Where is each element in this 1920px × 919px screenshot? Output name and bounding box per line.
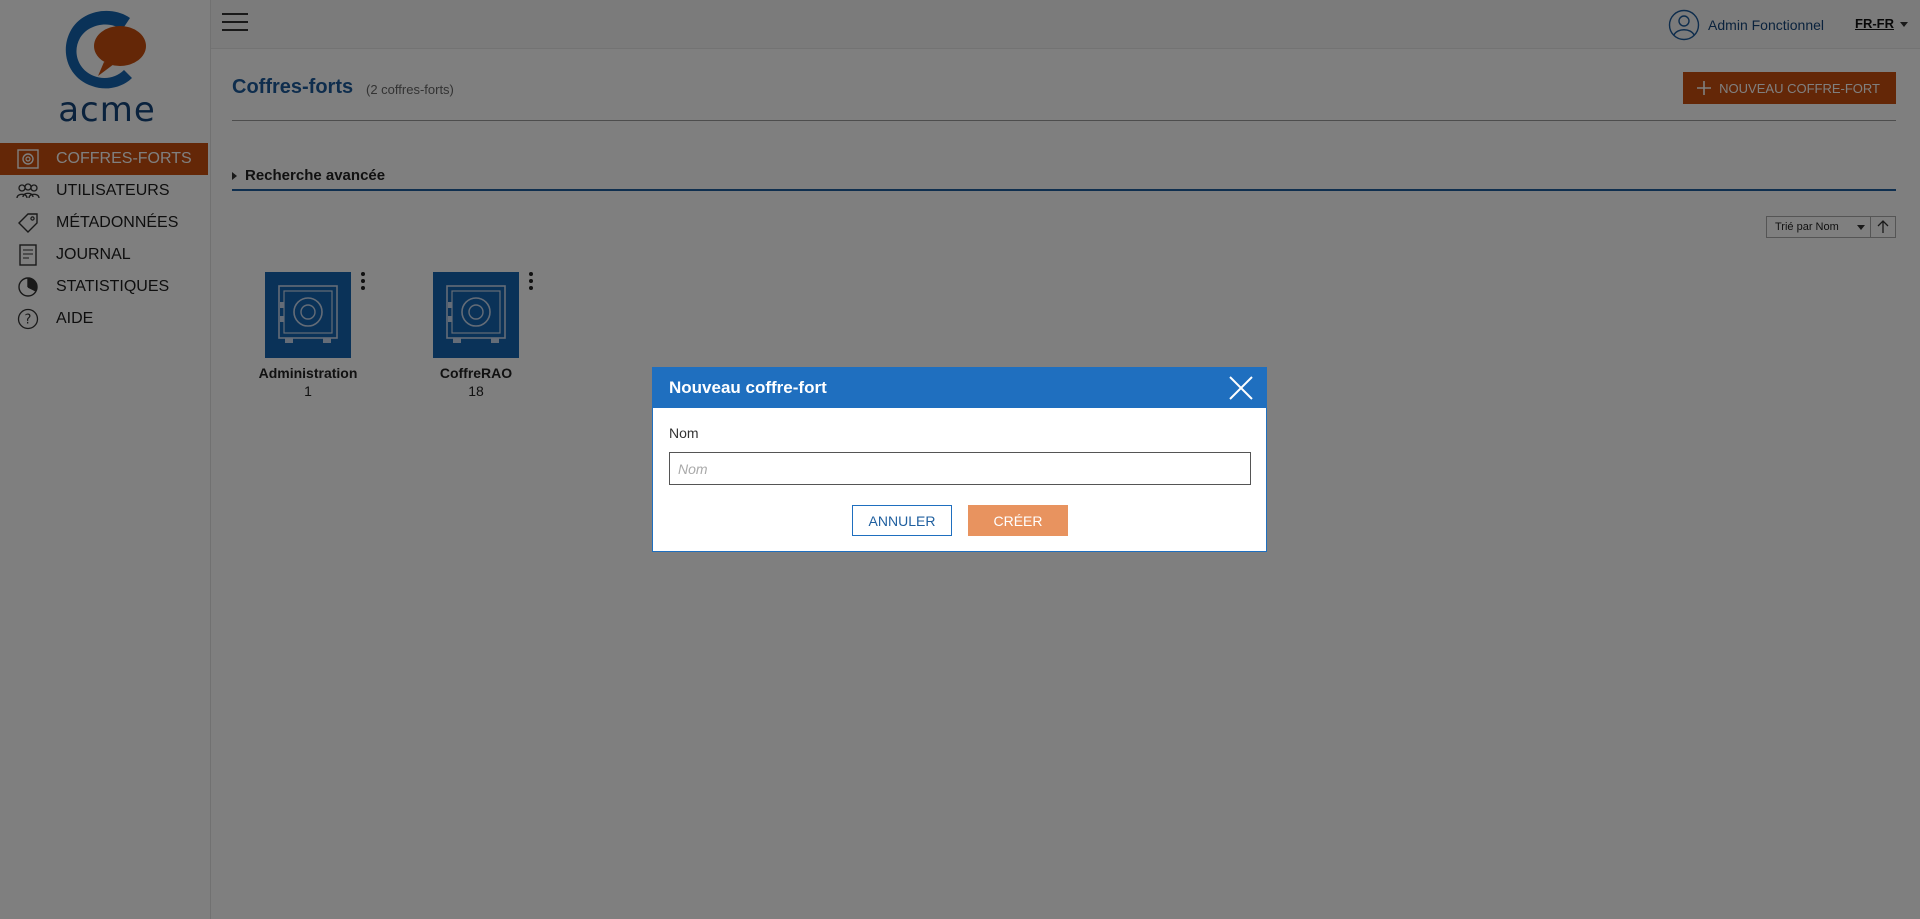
dialog-title: Nouveau coffre-fort	[669, 378, 827, 397]
cancel-button[interactable]: ANNULER	[852, 505, 952, 536]
new-vault-dialog: Nouveau coffre-fort Nom ANNULER CRÉER	[652, 367, 1267, 552]
name-field-label: Nom	[669, 425, 699, 441]
name-input[interactable]	[669, 452, 1251, 485]
dialog-header: Nouveau coffre-fort	[653, 368, 1266, 408]
close-icon[interactable]	[1228, 375, 1254, 401]
create-button[interactable]: CRÉER	[968, 505, 1068, 536]
